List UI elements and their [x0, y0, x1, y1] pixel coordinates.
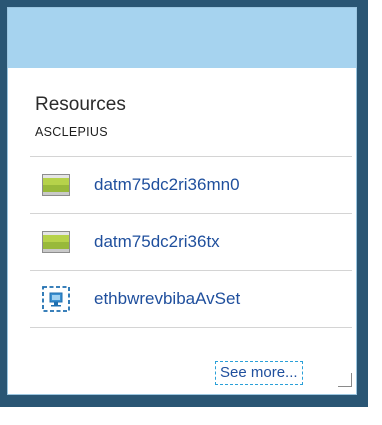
tile-title: Resources	[35, 94, 126, 115]
see-more-link[interactable]: See more...	[215, 361, 303, 385]
resize-handle[interactable]	[338, 373, 352, 387]
availability-set-icon	[42, 286, 70, 312]
tile-header-band	[8, 8, 356, 68]
resource-item-0[interactable]: datm75dc2ri36mn0	[30, 157, 352, 213]
divider	[30, 327, 352, 328]
tile-subtitle: ASCLEPIUS	[35, 125, 108, 139]
storage-account-icon	[42, 174, 70, 196]
resource-item-2[interactable]: ethbwrevbibaAvSet	[30, 271, 352, 327]
resource-item-label: ethbwrevbibaAvSet	[94, 289, 241, 308]
resource-item-label: datm75dc2ri36mn0	[94, 175, 240, 194]
tile-header: Resources ASCLEPIUS	[35, 94, 126, 139]
blade-frame: Resources ASCLEPIUS datm75dc2ri36mn0 dat…	[0, 0, 368, 407]
resources-tile[interactable]: Resources ASCLEPIUS datm75dc2ri36mn0 dat…	[7, 7, 357, 395]
resource-item-label: datm75dc2ri36tx	[94, 232, 220, 251]
resource-item-1[interactable]: datm75dc2ri36tx	[30, 214, 352, 270]
storage-account-icon	[42, 231, 70, 253]
